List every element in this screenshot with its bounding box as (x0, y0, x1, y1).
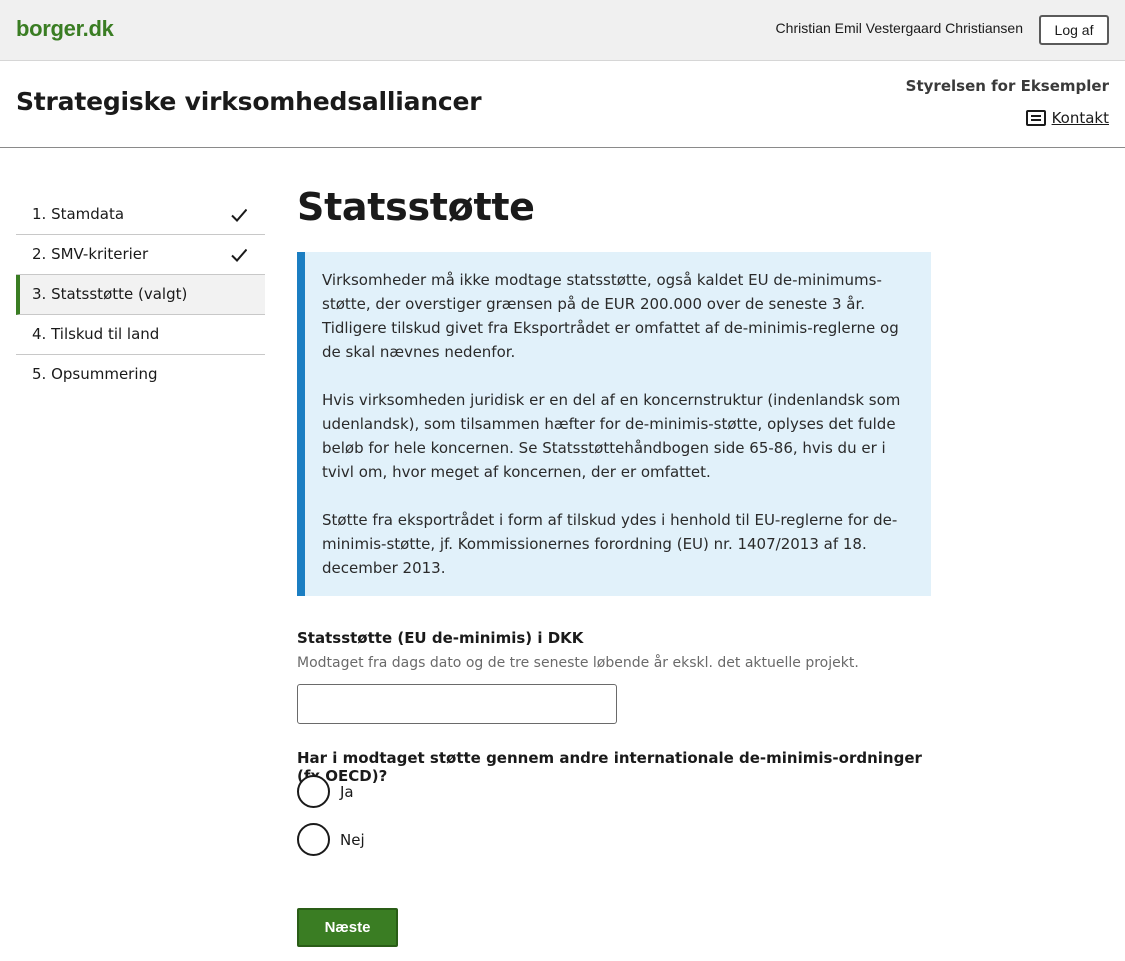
contact-label: Kontakt (1051, 109, 1109, 127)
step-stamdata[interactable]: 1. Stamdata (16, 195, 265, 235)
authority-name: Styrelsen for Eksempler (905, 77, 1109, 95)
next-button[interactable]: Næste (297, 908, 398, 947)
app-title: Strategiske virksomhedsalliancer (16, 87, 482, 116)
amount-field-group: Statsstøtte (EU de-minimis) i DKK Modtag… (297, 629, 931, 724)
amount-input[interactable] (297, 684, 617, 724)
amount-hint: Modtaget fra dags dato og de tre seneste… (297, 655, 859, 671)
step-statsstotte[interactable]: 3. Statsstøtte (valgt) (16, 275, 265, 315)
step-label: 1. Stamdata (32, 205, 125, 223)
radio-button[interactable] (297, 775, 330, 808)
info-box: Virksomheder må ikke modtage statsstøtte… (297, 252, 931, 596)
step-smv-kriterier[interactable]: 2. SMV-kriterier (16, 235, 265, 275)
step-label: 4. Tilskud til land (32, 325, 160, 343)
logout-button[interactable]: Log af (1039, 15, 1109, 45)
step-label: 3. Statsstøtte (valgt) (32, 285, 188, 303)
checkmark-icon (231, 208, 247, 222)
step-opsummering[interactable]: 5. Opsummering (16, 355, 265, 395)
checkmark-icon (231, 248, 247, 262)
borger-logo[interactable]: borger.dk (16, 16, 114, 42)
radio-label: Nej (340, 830, 365, 849)
international-field-group: Har i modtaget støtte gennem andre inter… (297, 749, 931, 856)
international-question: Har i modtaget støtte gennem andre inter… (297, 749, 922, 785)
info-paragraph: Støtte fra eksportrådet i form af tilsku… (322, 511, 898, 577)
info-paragraph: Virksomheder må ikke modtage statsstøtte… (322, 271, 899, 361)
step-label: 2. SMV-kriterier (32, 245, 149, 263)
step-navigation: 1. Stamdata 2. SMV-kriterier 3. Statsstø… (16, 195, 265, 395)
radio-button[interactable] (297, 823, 330, 856)
radio-option-ja[interactable]: Ja (297, 775, 354, 808)
message-icon (1025, 110, 1046, 126)
amount-label: Statsstøtte (EU de-minimis) i DKK (297, 629, 584, 647)
top-bar: borger.dk Christian Emil Vestergaard Chr… (0, 0, 1125, 61)
contact-link[interactable]: Kontakt (1025, 109, 1109, 127)
step-label: 5. Opsummering (32, 365, 158, 383)
app-header: Strategiske virksomhedsalliancer Styrels… (0, 61, 1125, 148)
radio-label: Ja (340, 782, 354, 801)
user-name: Christian Emil Vestergaard Christiansen (775, 20, 1023, 36)
page-title: Statsstøtte (297, 185, 535, 229)
main-content: Statsstøtte Virksomheder må ikke modtage… (297, 185, 931, 947)
info-paragraph: Hvis virksomheden juridisk er en del af … (322, 391, 901, 481)
step-tilskud-til-land[interactable]: 4. Tilskud til land (16, 315, 265, 355)
radio-option-nej[interactable]: Nej (297, 823, 365, 856)
